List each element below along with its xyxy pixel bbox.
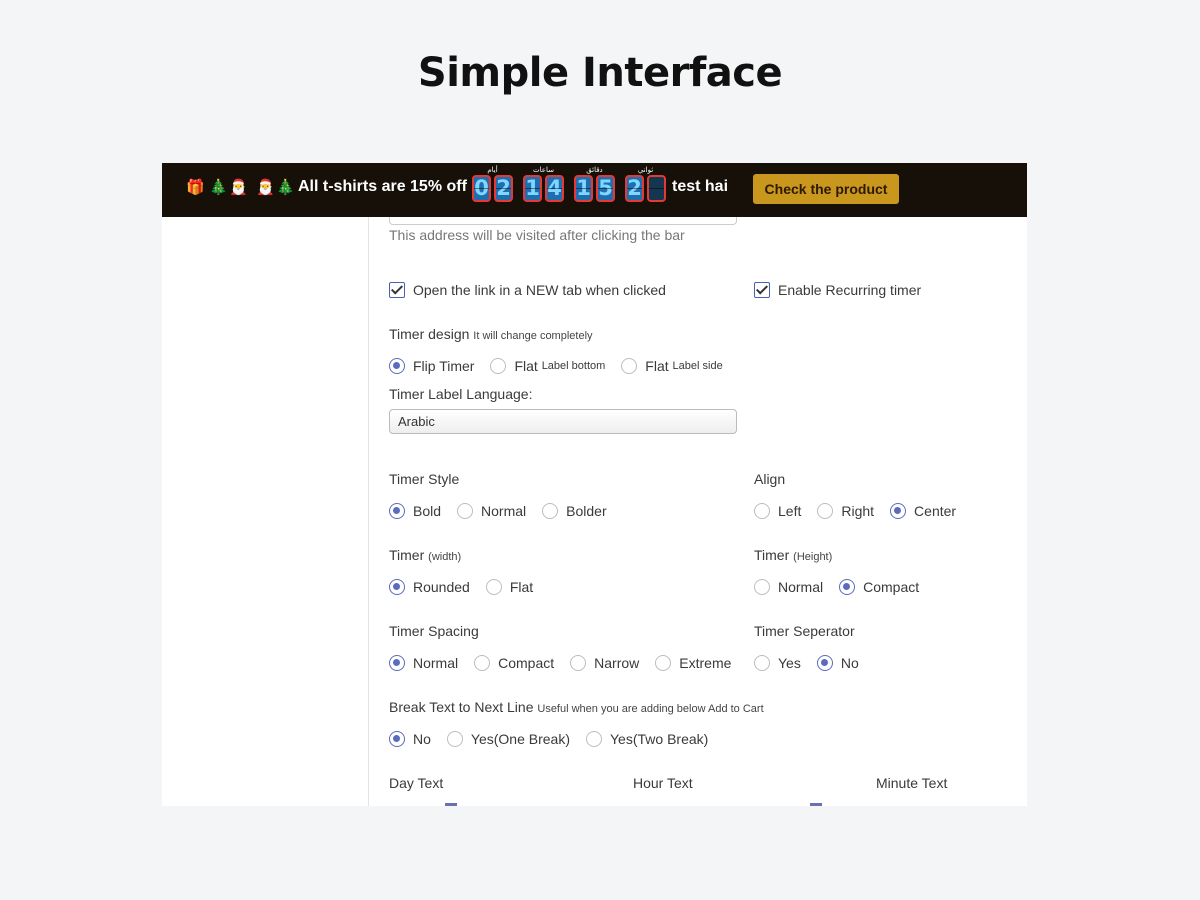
timer-width-radios: Rounded Flat xyxy=(389,579,549,595)
timer-seconds: ثواني 2 1 xyxy=(625,165,666,209)
radio-spacing-normal[interactable]: Normal xyxy=(389,655,458,671)
timer-label-days: أيام xyxy=(487,166,498,174)
timer-style-radios: Bold Normal Bolder xyxy=(389,503,623,519)
radio-width-rounded[interactable]: Rounded xyxy=(389,579,470,595)
christmas-tree-icon: 🎄 xyxy=(276,178,295,196)
timer-digit: 4 xyxy=(545,175,564,202)
christmas-tree-icon: 🎄 xyxy=(209,178,228,196)
timer-digit: 5 xyxy=(596,175,615,202)
radio-align-center[interactable]: Center xyxy=(890,503,956,519)
bar-message: All t-shirts are 15% off xyxy=(298,178,467,195)
check-product-button[interactable]: Check the product xyxy=(753,174,899,204)
timer-separator-label: Timer Seperator xyxy=(754,623,855,639)
radio-break-no[interactable]: No xyxy=(389,731,431,747)
radio-spacing-narrow[interactable]: Narrow xyxy=(570,655,639,671)
timer-height-radios: Normal Compact xyxy=(754,579,935,595)
break-text-radios: No Yes(One Break) Yes(Two Break) xyxy=(389,731,724,747)
timer-spacing-label: Timer Spacing xyxy=(389,623,479,639)
language-select[interactable]: Arabic xyxy=(389,409,737,434)
checkbox-checked-icon[interactable] xyxy=(754,282,770,298)
radio-flat-label-bottom[interactable]: Flat Label bottom xyxy=(490,358,605,374)
minute-text-input-edge[interactable] xyxy=(810,803,822,806)
timer-design-hint: It will change completely xyxy=(473,330,593,342)
timer-minutes: دقائق 1 5 xyxy=(574,165,615,209)
break-text-heading: Break Text to Next Line Useful when you … xyxy=(389,699,764,715)
timer-spacing-radios: Normal Compact Narrow Extreme xyxy=(389,655,747,671)
open-new-tab-checkbox[interactable]: Open the link in a NEW tab when clicked xyxy=(389,282,666,298)
checkbox-checked-icon[interactable] xyxy=(389,282,405,298)
radio-flip-timer[interactable]: Flip Timer xyxy=(389,358,474,374)
radio-separator-yes[interactable]: Yes xyxy=(754,655,801,671)
timer-separator-radios: Yes No xyxy=(754,655,875,671)
radio-break-two[interactable]: Yes(Two Break) xyxy=(586,731,708,747)
day-text-input-edge[interactable] xyxy=(445,803,457,806)
timer-width-heading: Timer (width) xyxy=(389,547,462,563)
radio-spacing-extreme[interactable]: Extreme xyxy=(655,655,731,671)
timer-days: أيام 0 2 xyxy=(472,165,513,209)
radio-height-compact[interactable]: Compact xyxy=(839,579,919,595)
hour-text-label: Hour Text xyxy=(633,775,693,791)
radio-align-right[interactable]: Right xyxy=(817,503,874,519)
timer-label-hours: ساعات xyxy=(533,166,554,174)
radio-align-left[interactable]: Left xyxy=(754,503,801,519)
timer-hours: ساعات 1 4 xyxy=(523,165,564,209)
timer-design-radios: Flip Timer Flat Label bottom Flat Label … xyxy=(389,358,739,374)
open-new-tab-label: Open the link in a NEW tab when clicked xyxy=(413,282,666,298)
announcement-bar[interactable]: 🎁 🎄 🎅 🎅 🎄 All t-shirts are 15% off أيام … xyxy=(162,163,1027,217)
radio-style-bold[interactable]: Bold xyxy=(389,503,441,519)
timer-digit: 1 xyxy=(523,175,542,202)
radio-style-normal[interactable]: Normal xyxy=(457,503,526,519)
page-title: Simple Interface xyxy=(417,50,783,96)
bar-after-text: test hai xyxy=(672,178,729,195)
app-screenshot: 🎁 🎄 🎅 🎅 🎄 All t-shirts are 15% off أيام … xyxy=(162,163,1027,806)
timer-label-seconds: ثواني xyxy=(637,166,654,174)
recurring-timer-checkbox[interactable]: Enable Recurring timer xyxy=(754,282,921,298)
gift-icon: 🎁 xyxy=(186,178,205,196)
timer-digit: 1 xyxy=(574,175,593,202)
timer-digit: 2 xyxy=(625,175,644,202)
santa-icon: 🎅 xyxy=(256,178,275,196)
timer-height-heading: Timer (Height) xyxy=(754,547,833,563)
radio-spacing-compact[interactable]: Compact xyxy=(474,655,554,671)
santa-icon: 🎅 xyxy=(229,178,248,196)
timer-digit: 2 xyxy=(494,175,513,202)
day-text-label: Day Text xyxy=(389,775,444,791)
language-label: Timer Label Language: xyxy=(389,386,533,402)
timer-style-label: Timer Style xyxy=(389,471,460,487)
align-label: Align xyxy=(754,471,786,487)
timer-digit: 1 xyxy=(647,175,666,202)
align-radios: Left Right Center xyxy=(754,503,972,519)
radio-height-normal[interactable]: Normal xyxy=(754,579,823,595)
radio-break-one[interactable]: Yes(One Break) xyxy=(446,731,570,747)
recurring-timer-label: Enable Recurring timer xyxy=(778,282,922,298)
radio-style-bolder[interactable]: Bolder xyxy=(542,503,607,519)
link-helper-text: This address will be visited after click… xyxy=(389,227,685,243)
timer-digit: 0 xyxy=(472,175,491,202)
timer-design-heading: Timer design It will change completely xyxy=(389,326,593,342)
sidebar-divider xyxy=(368,217,369,806)
radio-width-flat[interactable]: Flat xyxy=(485,579,533,595)
radio-flat-label-side[interactable]: Flat Label side xyxy=(621,358,723,374)
radio-separator-no[interactable]: No xyxy=(816,655,859,671)
timer-label-minutes: دقائق xyxy=(586,166,603,174)
minute-text-label: Minute Text xyxy=(876,775,948,791)
